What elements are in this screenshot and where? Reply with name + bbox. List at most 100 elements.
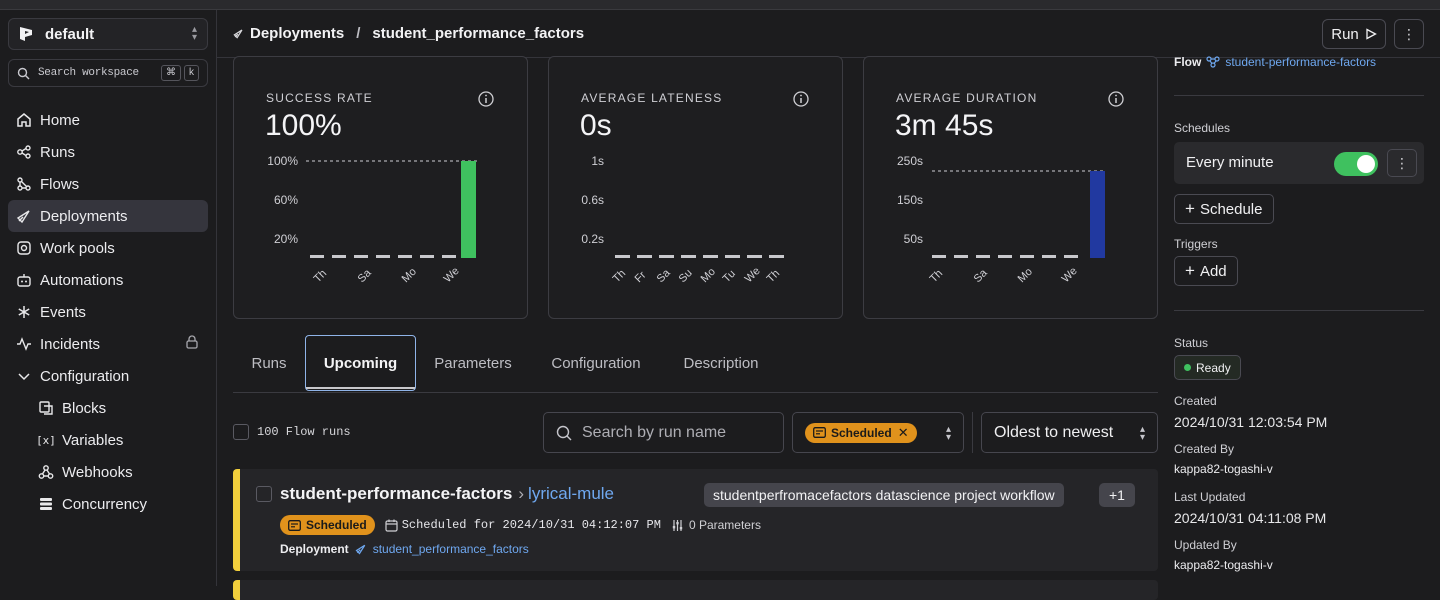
more-tags-badge[interactable]: +1 bbox=[1099, 483, 1135, 507]
workspace-select[interactable]: default ▴ ▾ bbox=[8, 18, 208, 50]
flow-run-count-label: 100 Flow runs bbox=[257, 425, 351, 439]
bar bbox=[681, 255, 696, 258]
run-search-input[interactable]: Search by run name bbox=[543, 412, 784, 453]
main-content: Deployments / student_performance_factor… bbox=[217, 10, 1440, 600]
x-tick: Tu bbox=[721, 268, 738, 285]
workspace-search[interactable]: Search workspace ⌘ k bbox=[8, 59, 208, 87]
stat-label: SUCCESS RATE bbox=[266, 91, 373, 105]
nav-concurrency[interactable]: Concurrency bbox=[8, 488, 208, 520]
created-value: 2024/10/31 12:03:54 PM bbox=[1174, 414, 1328, 430]
row-checkbox[interactable] bbox=[256, 486, 272, 502]
flow-run-row[interactable] bbox=[233, 580, 1158, 600]
tab-runs[interactable]: Runs bbox=[233, 335, 305, 392]
flow-run-name-link[interactable]: lyrical-mule bbox=[528, 484, 614, 504]
status-dot bbox=[1184, 364, 1191, 371]
schedule-toggle[interactable] bbox=[1334, 152, 1378, 176]
updated-by-label: Updated By bbox=[1174, 538, 1237, 552]
database-icon bbox=[38, 496, 54, 512]
asterisk-icon bbox=[16, 304, 32, 320]
remove-chip-icon[interactable]: ✕ bbox=[898, 425, 909, 441]
nav-incidents-label: Incidents bbox=[40, 335, 101, 353]
state-badge-label: Scheduled bbox=[306, 518, 367, 532]
run-button[interactable]: Run bbox=[1322, 19, 1386, 49]
schedules-label: Schedules bbox=[1174, 121, 1231, 135]
nav-variables-label: Variables bbox=[62, 431, 124, 449]
flows-icon bbox=[16, 176, 32, 192]
flow-link[interactable]: student-performance-factors bbox=[1225, 55, 1376, 69]
y-tick: 0.2s bbox=[581, 232, 604, 246]
window-top-strip bbox=[0, 0, 1440, 10]
nav-blocks-label: Blocks bbox=[62, 399, 107, 417]
rocket-icon bbox=[16, 208, 32, 224]
stat-label: AVERAGE LATENESS bbox=[581, 91, 723, 105]
tab-configuration[interactable]: Configuration bbox=[530, 335, 662, 392]
schedule-menu-button[interactable]: ⋮ bbox=[1387, 149, 1417, 177]
updated-label: Last Updated bbox=[1174, 490, 1246, 504]
y-tick: 150s bbox=[897, 193, 923, 207]
state-chip-scheduled[interactable]: Scheduled ✕ bbox=[805, 422, 917, 443]
nav-home[interactable]: Home bbox=[8, 104, 208, 136]
chevron-down-icon bbox=[16, 368, 32, 384]
flow-detail: Flow student-performance-factors bbox=[1174, 55, 1376, 69]
bar bbox=[932, 255, 946, 258]
nav-configuration[interactable]: Configuration bbox=[8, 360, 208, 392]
add-trigger-button[interactable]: + Add bbox=[1174, 256, 1238, 286]
select-all-checkbox[interactable] bbox=[233, 424, 249, 440]
nav-deployments[interactable]: Deployments bbox=[8, 200, 208, 232]
info-icon[interactable] bbox=[478, 91, 494, 107]
add-schedule-button[interactable]: + Schedule bbox=[1174, 194, 1274, 224]
nav-runs[interactable]: Runs bbox=[8, 136, 208, 168]
divider bbox=[1174, 95, 1424, 96]
stat-value: 100% bbox=[265, 109, 342, 142]
deployment-label: Deployment bbox=[280, 542, 349, 556]
nav-automations[interactable]: Automations bbox=[8, 264, 208, 296]
bar bbox=[1020, 255, 1034, 258]
variables-icon: [x] bbox=[36, 433, 56, 447]
bar bbox=[998, 255, 1012, 258]
bar bbox=[769, 255, 784, 258]
nav-work-pools[interactable]: Work pools bbox=[8, 232, 208, 264]
x-tick: Su bbox=[677, 267, 695, 285]
bar bbox=[442, 255, 456, 258]
search-icon bbox=[556, 425, 572, 440]
chevron-right-icon: › bbox=[518, 484, 525, 503]
breadcrumb-deployments[interactable]: Deployments bbox=[250, 25, 344, 42]
parameters-count[interactable]: 0 Parameters bbox=[689, 518, 761, 532]
y-tick: 100% bbox=[267, 154, 298, 168]
nav-variables[interactable]: [x] Variables bbox=[8, 424, 208, 456]
nav-blocks[interactable]: Blocks bbox=[8, 392, 208, 424]
tab-description[interactable]: Description bbox=[662, 335, 780, 392]
nav-concurrency-label: Concurrency bbox=[62, 495, 148, 513]
sidebar: default ▴ ▾ Search workspace ⌘ k Home Run… bbox=[0, 10, 217, 586]
state-filter-select[interactable]: Scheduled ✕ ▴ ▾ bbox=[792, 412, 964, 453]
play-icon bbox=[1366, 28, 1377, 40]
deployment-link[interactable]: student_performance_factors bbox=[373, 542, 529, 556]
more-options-button[interactable]: ⋮ bbox=[1394, 19, 1424, 49]
flow-run-meta: Scheduled Scheduled for 2024/10/31 04:12… bbox=[280, 515, 761, 535]
nav-webhooks[interactable]: Webhooks bbox=[8, 456, 208, 488]
tab-parameters[interactable]: Parameters bbox=[416, 335, 530, 392]
run-tag: studentperfromacefactors datascience pro… bbox=[704, 483, 1064, 507]
nav-events[interactable]: Events bbox=[8, 296, 208, 328]
sort-select[interactable]: Oldest to newest ▴ ▾ bbox=[981, 412, 1158, 453]
bar bbox=[615, 255, 630, 258]
page-header: Deployments / student_performance_factor… bbox=[217, 10, 1440, 58]
nav-flows[interactable]: Flows bbox=[8, 168, 208, 200]
flow-run-row[interactable]: student-performance-factors › lyrical-mu… bbox=[233, 469, 1158, 571]
info-icon[interactable] bbox=[1108, 91, 1124, 107]
y-tick: 250s bbox=[897, 154, 923, 168]
bar bbox=[976, 255, 990, 258]
flow-name-link[interactable]: student-performance-factors bbox=[280, 484, 512, 504]
nav-incidents[interactable]: Incidents bbox=[8, 328, 208, 360]
stat-label: AVERAGE DURATION bbox=[896, 91, 1038, 105]
info-icon[interactable] bbox=[793, 91, 809, 107]
tab-upcoming[interactable]: Upcoming bbox=[305, 335, 416, 391]
kebab-icon: ⋮ bbox=[1402, 25, 1416, 42]
breadcrumb-current: student_performance_factors bbox=[372, 25, 585, 42]
x-tick: Th bbox=[928, 268, 946, 286]
x-tick: Th bbox=[611, 268, 629, 286]
bar-duration bbox=[1090, 171, 1105, 258]
rocket-icon bbox=[233, 28, 244, 39]
y-tick: 0.6s bbox=[581, 193, 604, 207]
updated-value: 2024/10/31 04:11:08 PM bbox=[1174, 510, 1327, 526]
